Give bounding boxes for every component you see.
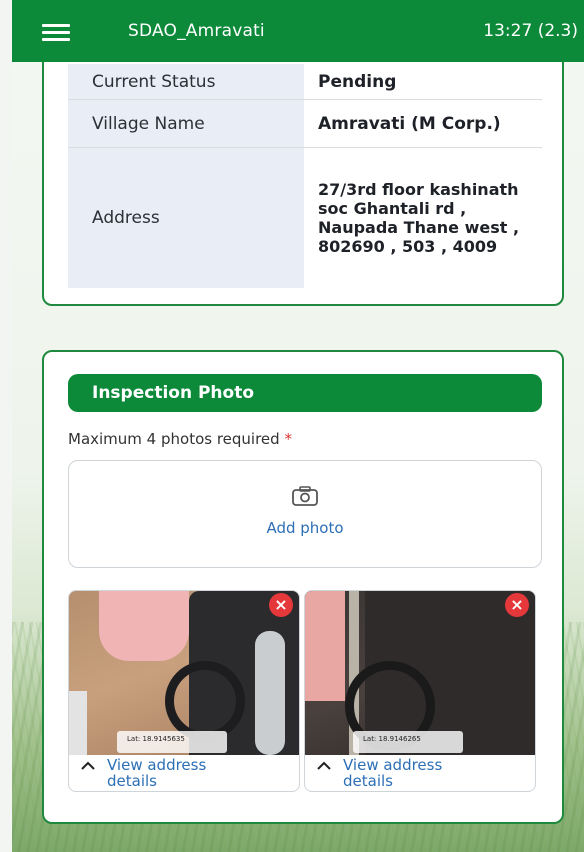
inspection-card: Inspection Photo Maximum 4 photos requir… [42, 350, 564, 824]
section-title: Inspection Photo [68, 374, 542, 412]
row-label: Current Status [68, 64, 304, 99]
photo-thumbnail[interactable]: × Lat: 18.9146265 View address details [304, 590, 536, 792]
photo-requirement-note: Maximum 4 photos required * [68, 430, 292, 448]
remove-photo-button[interactable]: × [269, 593, 293, 617]
view-address-label: View address details [343, 756, 443, 790]
status-value: Pending [318, 71, 397, 92]
geo-tag: Lat: 18.9146265 [353, 731, 463, 753]
required-marker: * [284, 430, 292, 448]
photo-thumbnail[interactable]: × Lat: 18.9145635 View address details [68, 590, 300, 792]
requirement-text: Maximum 4 photos required [68, 430, 280, 448]
view-address-label: View address details [107, 756, 207, 790]
geo-tag: Lat: 18.9145635 [117, 731, 227, 753]
add-photo-label: Add photo [266, 519, 344, 537]
table-row: Current Status Pending [68, 64, 542, 100]
hamburger-menu-icon[interactable] [42, 24, 70, 41]
view-address-details-link[interactable]: View address details [317, 757, 483, 789]
row-label: Village Name [68, 100, 304, 147]
add-photo-button[interactable]: Add photo [68, 460, 542, 568]
chevron-up-icon [81, 761, 95, 770]
view-address-details-link[interactable]: View address details [81, 757, 247, 789]
details-table: Current Status Pending Village Name Amra… [68, 64, 542, 288]
chevron-up-icon [317, 761, 331, 770]
table-row: Village Name Amravati (M Corp.) [68, 100, 542, 148]
time-indicator: 13:27 (2.3) [483, 21, 578, 41]
village-value: Amravati (M Corp.) [318, 113, 501, 134]
app-screen: Current Status Pending Village Name Amra… [12, 0, 584, 852]
details-card: Current Status Pending Village Name Amra… [42, 40, 564, 306]
address-value: 27/3rd floor kashinath soc Ghantali rd ,… [318, 180, 520, 256]
table-row: Address 27/3rd floor kashinath soc Ghant… [68, 148, 542, 288]
row-label: Address [68, 148, 304, 288]
app-bar: SDAO_Amravati 13:27 (2.3) [12, 0, 584, 62]
remove-photo-button[interactable]: × [505, 593, 529, 617]
app-title: SDAO_Amravati [128, 21, 265, 41]
camera-icon [292, 486, 318, 506]
